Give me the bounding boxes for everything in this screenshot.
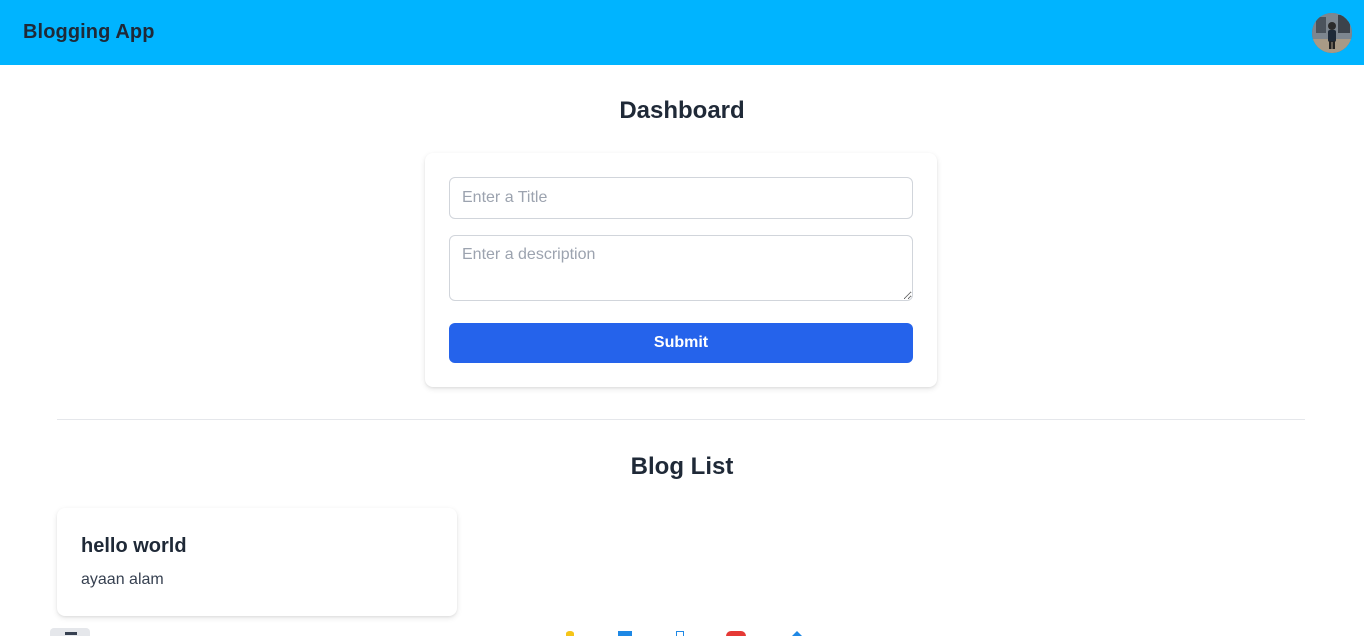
blue-icon[interactable] <box>618 631 632 636</box>
blue-outline-icon[interactable] <box>676 631 684 636</box>
user-avatar[interactable] <box>1312 12 1352 53</box>
red-icon[interactable] <box>726 631 746 636</box>
menu-icon <box>65 632 77 635</box>
taskbar-dock <box>560 628 820 636</box>
description-input[interactable] <box>449 235 913 301</box>
navbar: Blogging App <box>0 0 1364 65</box>
submit-button[interactable]: Submit <box>449 323 913 363</box>
blog-post-title: hello world <box>81 535 187 557</box>
avatar-image-icon <box>1312 12 1352 53</box>
blog-list-title: Blog List <box>630 453 734 480</box>
brand-title[interactable]: Blogging App <box>23 21 155 44</box>
blue-arrow-icon[interactable] <box>792 631 802 636</box>
blog-post-card[interactable]: hello world ayaan alam <box>57 508 457 616</box>
page-title: Dashboard <box>619 97 745 124</box>
title-input[interactable] <box>449 177 913 219</box>
blog-post-description: ayaan alam <box>81 571 164 588</box>
yellow-icon[interactable] <box>566 631 574 636</box>
create-post-form: Submit <box>425 153 937 387</box>
bottom-tab-button[interactable] <box>50 628 90 636</box>
section-divider <box>57 419 1305 420</box>
